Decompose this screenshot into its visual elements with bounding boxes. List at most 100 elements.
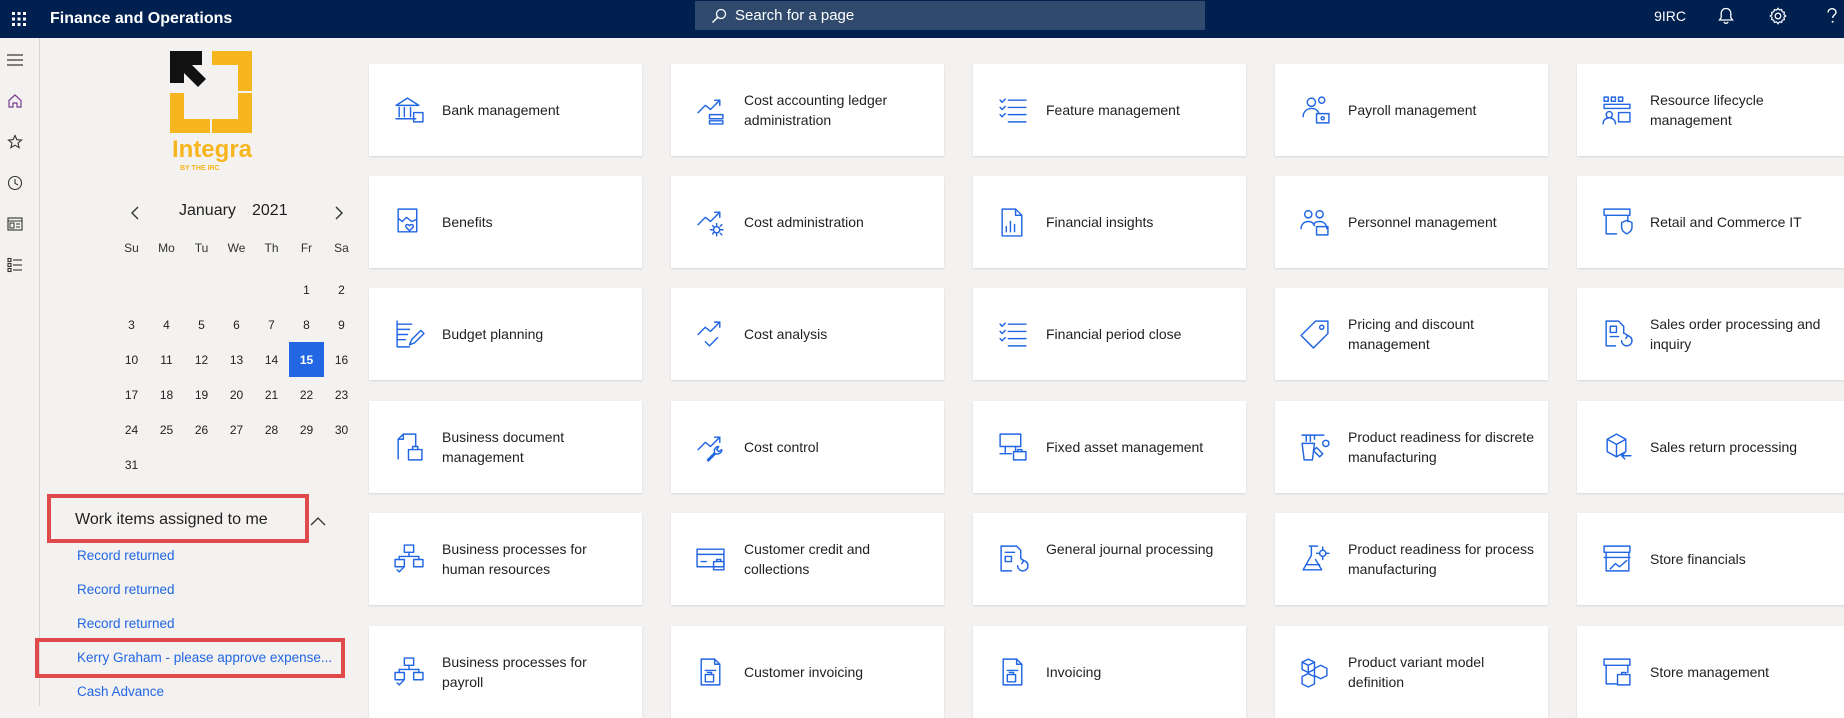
calendar-day[interactable]: 24 [114, 412, 149, 447]
calendar-year[interactable]: 2021 [252, 202, 288, 220]
calendar-day[interactable]: 14 [254, 342, 289, 377]
calendar-day[interactable]: 4 [149, 307, 184, 342]
tile-cost-control[interactable]: Cost control [671, 401, 944, 493]
calendar-day[interactable]: 8 [289, 307, 324, 342]
tile-label: Customer invoicing [744, 664, 864, 680]
calendar-day[interactable]: 29 [289, 412, 324, 447]
hamburger-menu-icon[interactable] [5, 50, 25, 70]
calendar-day[interactable]: 23 [324, 377, 359, 412]
tile-budget-planning[interactable]: Budget planning [369, 288, 642, 380]
tile-payroll-management[interactable]: Payroll management [1275, 64, 1548, 156]
calendar-day[interactable]: 22 [289, 377, 324, 412]
tile-general-journal-processing[interactable]: General journal processing [973, 513, 1246, 605]
previous-month-chevron-icon[interactable] [127, 205, 143, 221]
tile-pricing-and-discount-management[interactable]: Pricing and discount management [1275, 288, 1548, 380]
trend-wrench-icon [695, 431, 727, 463]
calendar-day[interactable]: 13 [219, 342, 254, 377]
tile-personnel-management[interactable]: Personnel management [1275, 176, 1548, 268]
tile-label: Bank management [442, 102, 560, 118]
calendar-day[interactable]: 26 [184, 412, 219, 447]
app-title[interactable]: Finance and Operations [50, 10, 232, 28]
app-launcher-icon[interactable] [4, 4, 34, 34]
work-item-link[interactable]: Record returned [77, 616, 175, 631]
tile-cost-administration[interactable]: Cost administration [671, 176, 944, 268]
calendar-day[interactable]: 5 [184, 307, 219, 342]
credit-card-icon [695, 543, 727, 575]
factory-tools-icon [1299, 431, 1331, 463]
calendar-day[interactable]: 18 [149, 377, 184, 412]
calendar-day[interactable]: 17 [114, 377, 149, 412]
tile-label: Sales return processing [1650, 439, 1798, 455]
calendar-day[interactable]: 20 [219, 377, 254, 412]
tile-store-financials[interactable]: Store financials [1577, 513, 1844, 605]
cubes-icon [1299, 656, 1331, 688]
budget-pencil-icon [393, 318, 425, 350]
next-month-chevron-icon[interactable] [331, 205, 347, 221]
process-flow-icon [393, 656, 425, 688]
tile-business-document-management[interactable]: Business document management [369, 401, 642, 493]
trend-check-icon [695, 318, 727, 350]
calendar-day[interactable]: 12 [184, 342, 219, 377]
calendar-day[interactable]: 10 [114, 342, 149, 377]
tile-sales-return-processing[interactable]: Sales return processing [1577, 401, 1844, 493]
tile-resource-lifecycle-management[interactable]: Resource lifecycle management [1577, 64, 1844, 156]
tile-product-readiness-for-discrete-manufacturing[interactable]: Product readiness for discrete manufactu… [1275, 401, 1548, 493]
tile-benefits[interactable]: Benefits [369, 176, 642, 268]
tile-label: Payroll management [1348, 102, 1477, 118]
calendar-day[interactable]: 21 [254, 377, 289, 412]
kerry-item-highlight-box [35, 638, 345, 678]
calendar-day[interactable]: 28 [254, 412, 289, 447]
help-icon[interactable] [1820, 6, 1844, 26]
calendar-day[interactable]: 30 [324, 412, 359, 447]
calendar-month[interactable]: January [179, 202, 236, 220]
modules-list-icon[interactable] [5, 255, 25, 275]
calendar-day[interactable]: 11 [149, 342, 184, 377]
tile-customer-credit-and-collections[interactable]: Customer credit and collections [671, 513, 944, 605]
collapse-chevron-up-icon[interactable] [310, 513, 326, 527]
search-box[interactable]: Search for a page [695, 1, 1205, 30]
people-money-icon [1299, 94, 1331, 126]
tile-sales-order-processing-and-inquiry[interactable]: Sales order processing and inquiry [1577, 288, 1844, 380]
calendar-day[interactable]: 1 [289, 272, 324, 307]
trend-ledger-icon [695, 94, 727, 126]
work-item-link[interactable]: Record returned [77, 548, 175, 563]
tile-invoicing[interactable]: Invoicing [973, 626, 1246, 718]
calendar-day[interactable]: 16 [324, 342, 359, 377]
calendar-day[interactable]: 15 [289, 342, 324, 377]
tile-product-variant-model-definition[interactable]: Product variant model definition [1275, 626, 1548, 718]
calendar-day[interactable]: 7 [254, 307, 289, 342]
work-item-link[interactable]: Cash Advance [77, 684, 164, 699]
tile-business-processes-for-human-resources[interactable]: Business processes for human resources [369, 513, 642, 605]
tile-product-readiness-for-process-manufacturing[interactable]: Product readiness for process manufactur… [1275, 513, 1548, 605]
calendar-day[interactable]: 2 [324, 272, 359, 307]
calendar-day[interactable]: 3 [114, 307, 149, 342]
calendar-day[interactable]: 31 [114, 447, 149, 482]
tile-label: Cost analysis [744, 326, 828, 342]
tile-feature-management[interactable]: Feature management [973, 64, 1246, 156]
calendar-day[interactable]: 27 [219, 412, 254, 447]
tile-financial-period-close[interactable]: Financial period close [973, 288, 1246, 380]
company-picker[interactable]: 9IRC [1654, 8, 1686, 24]
tile-label: Feature management [1046, 102, 1180, 118]
tile-cost-accounting-ledger-administration[interactable]: Cost accounting ledger administration [671, 64, 944, 156]
recent-clock-icon[interactable] [5, 173, 25, 193]
tile-retail-and-commerce-it[interactable]: Retail and Commerce IT [1577, 176, 1844, 268]
tile-business-processes-for-payroll[interactable]: Business processes for payroll [369, 626, 642, 718]
tile-cost-analysis[interactable]: Cost analysis [671, 288, 944, 380]
favorites-star-icon[interactable] [5, 132, 25, 152]
calendar-day[interactable]: 25 [149, 412, 184, 447]
calendar-day[interactable]: 6 [219, 307, 254, 342]
tile-financial-insights[interactable]: Financial insights [973, 176, 1246, 268]
workspaces-icon[interactable] [5, 214, 25, 234]
calendar-day[interactable]: 19 [184, 377, 219, 412]
calendar-day[interactable]: 9 [324, 307, 359, 342]
tile-fixed-asset-management[interactable]: Fixed asset management [973, 401, 1246, 493]
tile-bank-management[interactable]: Bank management [369, 64, 642, 156]
home-icon[interactable] [5, 91, 25, 111]
tile-label: Store financials [1650, 551, 1746, 567]
tile-customer-invoicing[interactable]: Customer invoicing [671, 626, 944, 718]
notifications-bell-icon[interactable] [1716, 6, 1736, 26]
work-item-link[interactable]: Record returned [77, 582, 175, 597]
tile-store-management[interactable]: Store management [1577, 626, 1844, 718]
settings-gear-icon[interactable] [1768, 6, 1788, 26]
